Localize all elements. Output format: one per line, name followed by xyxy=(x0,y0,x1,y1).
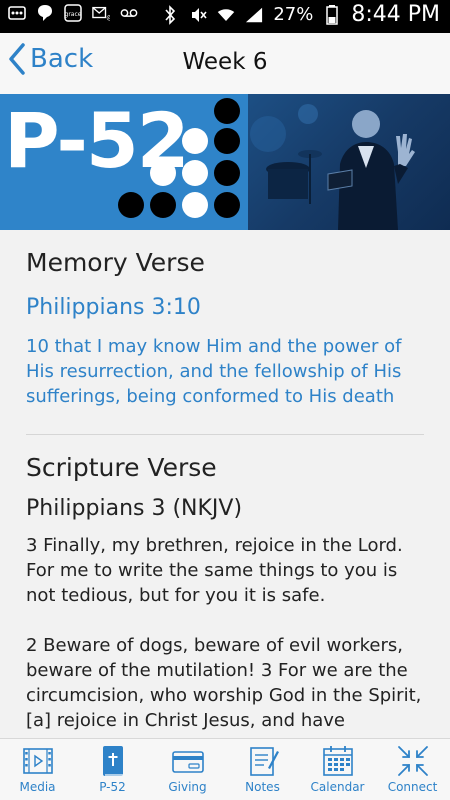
clock: 8:44 PM xyxy=(351,2,440,27)
tab-label: Media xyxy=(19,780,56,794)
battery-percent: 27% xyxy=(273,4,314,25)
tab-bar: Media P-52 Giving Notes Calendar Connect xyxy=(0,738,450,800)
gallery-icon xyxy=(8,4,26,22)
tab-label: P-52 xyxy=(99,780,126,794)
signal-icon xyxy=(245,6,263,24)
battery-icon xyxy=(323,4,341,25)
tab-label: Notes xyxy=(245,780,280,794)
mute-icon xyxy=(189,6,207,24)
svg-text:@: @ xyxy=(106,13,110,21)
app-icon: grace xyxy=(64,4,82,22)
film-icon xyxy=(22,748,53,774)
scripture-verse-heading: Scripture Verse xyxy=(26,453,217,482)
svg-text:grace: grace xyxy=(65,11,82,18)
divider xyxy=(26,434,424,435)
banner-logo-area: P-52 xyxy=(0,94,248,230)
series-banner: P-52 xyxy=(0,94,450,230)
memory-verse-heading: Memory Verse xyxy=(26,248,205,277)
email-icon: @ xyxy=(92,4,110,22)
tab-label: Connect xyxy=(387,780,438,794)
banner-dot xyxy=(214,192,240,218)
card-icon xyxy=(171,751,204,773)
bluetooth-icon xyxy=(161,4,179,25)
tab-giving[interactable]: Giving xyxy=(150,739,225,800)
tab-notes[interactable]: Notes xyxy=(225,739,300,800)
page-title: Week 6 xyxy=(182,49,268,75)
banner-dot xyxy=(150,160,176,186)
tab-calendar[interactable]: Calendar xyxy=(300,739,375,800)
connect-icon xyxy=(397,746,428,776)
scripture-paragraph: 3 Finally, my brethren, rejoice in the L… xyxy=(26,535,403,606)
banner-dot xyxy=(118,192,144,218)
bible-icon xyxy=(102,746,123,776)
content-scroll[interactable]: Memory Verse Philippians 3:10 10 that I … xyxy=(0,230,450,738)
tab-connect[interactable]: Connect xyxy=(375,739,450,800)
banner-photo xyxy=(248,94,450,230)
status-bar: grace @ 27% 8:44 PM xyxy=(0,0,450,33)
voicemail-icon xyxy=(120,4,138,22)
tab-media[interactable]: Media xyxy=(0,739,75,800)
banner-dot xyxy=(214,98,240,124)
notes-icon xyxy=(249,747,279,776)
nav-header: Back Week 6 xyxy=(0,33,450,94)
tab-label: Calendar xyxy=(310,780,365,794)
chat-icon xyxy=(36,4,54,22)
tab-label: Giving xyxy=(168,780,207,794)
memory-verse-text: 10 that I may know Him and the power of … xyxy=(26,336,402,407)
scripture-title: Philippians 3 (NKJV) xyxy=(26,496,243,521)
banner-dot xyxy=(182,128,208,154)
scripture-paragraph: 2 Beware of dogs, beware of evil workers… xyxy=(26,635,422,731)
banner-dot xyxy=(150,192,176,218)
calendar-icon xyxy=(322,746,353,776)
banner-dot xyxy=(214,160,240,186)
memory-verse-reference[interactable]: Philippians 3:10 xyxy=(26,295,424,320)
banner-dot xyxy=(214,128,240,154)
wifi-icon xyxy=(217,6,235,24)
banner-dot xyxy=(182,192,208,218)
banner-dot xyxy=(182,160,208,186)
tab-p52[interactable]: P-52 xyxy=(75,739,150,800)
